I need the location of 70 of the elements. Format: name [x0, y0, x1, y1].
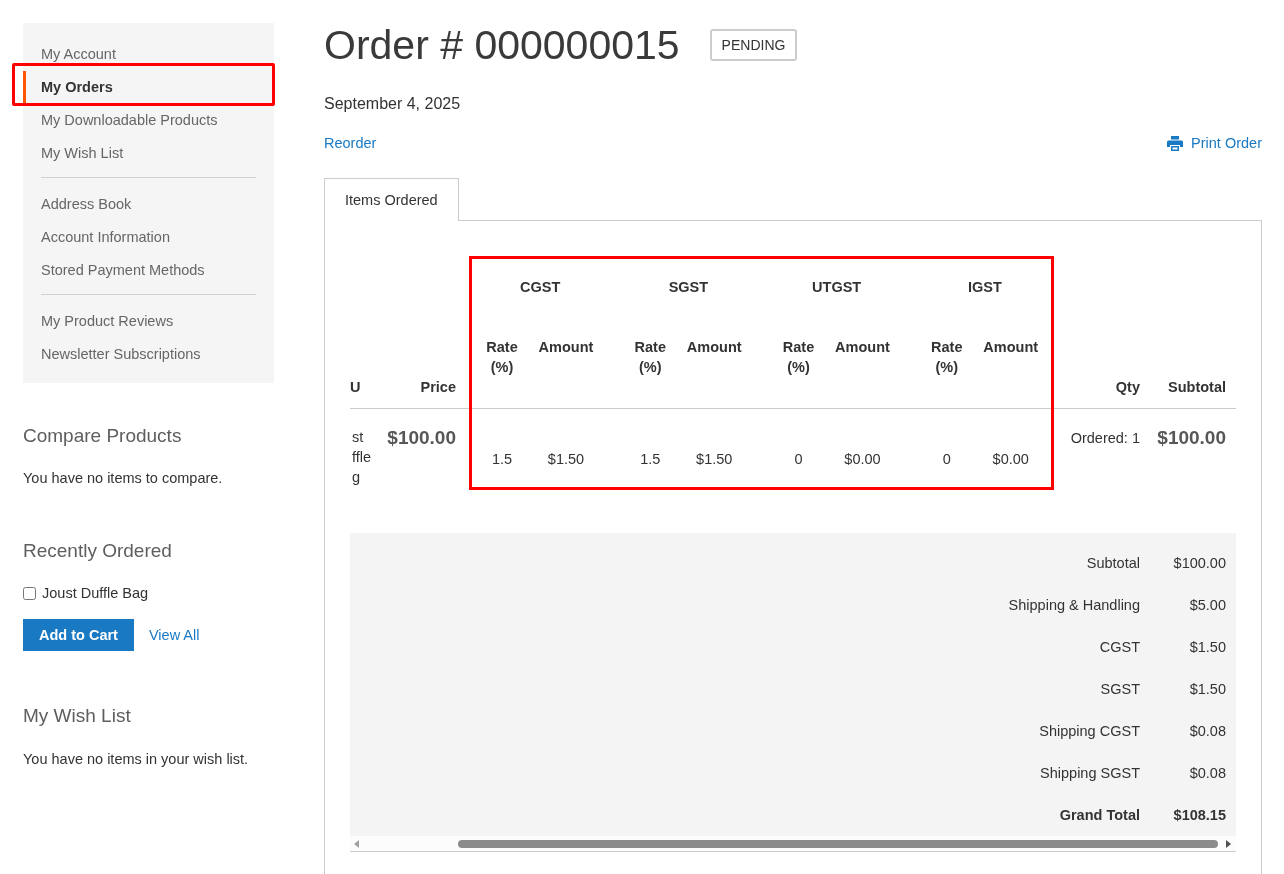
column-header: Rate (%) [782, 338, 815, 377]
view-all-link[interactable]: View All [148, 625, 200, 645]
table-cell-text: $0.00 [844, 450, 881, 469]
block-title: My Wish List [23, 704, 132, 728]
nav-item-current[interactable]: My Orders [23, 70, 113, 103]
print-order-link[interactable]: Print Order [1167, 133, 1262, 153]
column-group-header: SGST [668, 278, 709, 297]
item-checkbox[interactable] [23, 586, 36, 600]
table-cell-text: Ordered: 1 [1070, 429, 1140, 448]
reorder-link[interactable]: Reorder [324, 133, 377, 153]
table-cell-text: 0 [942, 450, 951, 469]
empty-message: You have no items to compare. [23, 469, 224, 488]
left-arrow-icon[interactable] [354, 839, 359, 848]
nav-link[interactable]: My Wish List [41, 144, 124, 161]
column-header: Price [420, 378, 456, 397]
column-header: Amount [835, 338, 890, 357]
nav-link[interactable]: My Account [41, 45, 116, 62]
order-status-badge: PENDING [709, 29, 798, 61]
nav-link[interactable]: My Product Reviews [41, 312, 174, 329]
total-label: Shipping CGST [1039, 723, 1140, 739]
nav-link[interactable]: Account Information [41, 228, 170, 245]
block-title: Compare Products [23, 424, 183, 448]
column-header: U [350, 378, 362, 397]
table-cell: $100.00 [1157, 427, 1226, 449]
order-date: September 4, 2025 [324, 94, 461, 114]
product-name: Joust Duffle Bag [42, 584, 149, 603]
table-cell-text: $1.50 [547, 450, 585, 469]
nav-link[interactable]: Address Book [41, 195, 132, 212]
column-header: Rate (%) [486, 338, 518, 377]
total-label: Subtotal [1086, 555, 1140, 571]
column-header: Rate (%) [634, 338, 666, 377]
total-value: $5.00 [1188, 597, 1227, 613]
nav-link[interactable]: Stored Payment Methods [41, 261, 205, 278]
table-cell-text: $0.00 [992, 450, 1029, 469]
right-arrow-icon[interactable] [1226, 839, 1231, 848]
column-header: Rate (%) [931, 338, 963, 377]
scrollbar-thumb[interactable] [458, 839, 1218, 848]
table-cell: $100.00 [387, 427, 456, 449]
column-group-header: IGST [967, 278, 1002, 297]
column-header: Amount [983, 338, 1039, 357]
column-header: Amount [686, 338, 742, 357]
nav-link[interactable]: My Downloadable Products [41, 111, 218, 128]
nav-link[interactable]: Newsletter Subscriptions [41, 345, 201, 362]
total-label: Grand Total [1059, 807, 1140, 823]
table-cell-text: 1.5 [491, 450, 513, 469]
total-value: $1.50 [1188, 639, 1227, 655]
total-value: $100.00 [1172, 555, 1227, 571]
total-label: CGST [1099, 639, 1140, 655]
add-to-cart-button[interactable]: Add to Cart [23, 619, 134, 651]
total-label: Shipping & Handling [1008, 597, 1140, 613]
table-cell-text: $1.50 [696, 450, 733, 469]
column-group-header: UTGST [812, 278, 862, 297]
total-label: SGST [1100, 681, 1140, 697]
table-cell-text: 0 [794, 450, 803, 469]
block-title: Recently Ordered [23, 539, 173, 563]
table-cell-text: st ffle g [352, 428, 372, 487]
printer-icon [1167, 135, 1184, 151]
column-header: Subtotal [1168, 378, 1226, 397]
tab[interactable]: Items Ordered [324, 178, 459, 221]
column-header: Amount [538, 338, 594, 357]
page-title: Order # 000000015 [324, 21, 680, 69]
column-group-header: CGST [520, 278, 561, 297]
total-value: $0.08 [1188, 765, 1227, 781]
total-value: $0.08 [1188, 723, 1227, 739]
table-cell-text: 1.5 [640, 450, 661, 469]
total-label: Shipping SGST [1040, 765, 1140, 781]
column-header: Qty [1115, 378, 1140, 397]
total-value: $108.15 [1172, 807, 1227, 823]
empty-message: You have no items in your wish list. [23, 750, 250, 769]
total-value: $1.50 [1188, 681, 1227, 697]
